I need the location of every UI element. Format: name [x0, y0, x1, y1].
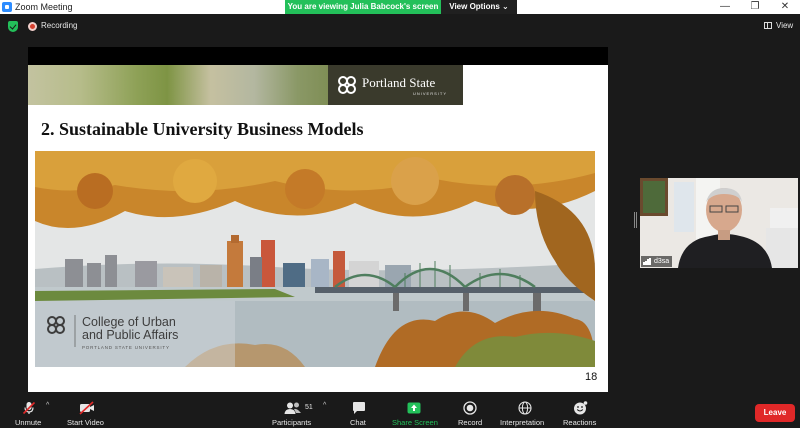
grid-view-icon — [764, 22, 772, 29]
psu-logo: Portland State UNIVERSITY — [328, 65, 463, 105]
college-subtitle: PORTLAND STATE UNIVERSITY — [82, 345, 170, 350]
portland-bridge-photo: College of Urban and Public Affairs PORT… — [35, 151, 595, 367]
minimize-button[interactable]: — — [710, 0, 740, 14]
chat-icon — [353, 402, 365, 414]
shield-icon[interactable] — [8, 21, 18, 32]
unmute-label: Unmute — [15, 418, 42, 427]
psu-logo-name: Portland State — [362, 75, 436, 90]
shared-slide: Portland State UNIVERSITY 2. Sustainable… — [28, 65, 608, 392]
participant-name-tag: d3sa — [641, 256, 673, 267]
video-panel-resize-handle[interactable] — [634, 212, 637, 228]
viewing-screen-notice: You are viewing Julia Babcock's screen — [285, 0, 441, 14]
participants-options-caret[interactable]: ^ — [323, 402, 326, 409]
slide-title: 2. Sustainable University Business Model… — [41, 119, 364, 139]
video-off-icon — [79, 401, 94, 415]
zoom-app-icon — [2, 2, 12, 12]
reactions-icon — [574, 401, 588, 415]
record-button[interactable]: Record — [454, 396, 486, 428]
view-label: View — [776, 21, 794, 30]
audio-options-caret[interactable]: ^ — [46, 402, 49, 409]
window-title: Zoom Meeting — [15, 2, 73, 12]
recording-icon — [28, 22, 37, 31]
share-screen-label: Share Screen — [392, 418, 438, 427]
record-label: Record — [458, 418, 483, 427]
share-screen-button[interactable]: Share Screen — [388, 396, 440, 428]
start-video-button[interactable]: Start Video — [64, 396, 114, 428]
participants-button[interactable]: 51 Participants — [270, 396, 320, 428]
chat-label: Chat — [350, 418, 366, 427]
college-name: College of Urban and Public Affairs — [82, 316, 178, 342]
leave-button[interactable]: Leave — [755, 404, 795, 422]
participants-count: 51 — [305, 404, 313, 411]
unmute-button[interactable]: Unmute — [8, 396, 42, 428]
psu-logo-sub: UNIVERSITY — [413, 91, 448, 96]
restore-button[interactable]: ❐ — [740, 0, 770, 14]
interpretation-label: Interpretation — [500, 418, 545, 427]
start-video-label: Start Video — [67, 418, 104, 427]
participant-video-tile[interactable]: d3sa — [640, 178, 798, 268]
share-screen-icon — [407, 402, 421, 414]
participant-video-frame — [640, 178, 798, 268]
meeting-top-bar: Recording View — [0, 14, 800, 38]
participant-name: d3sa — [654, 258, 670, 265]
psu-mark-icon — [338, 76, 356, 94]
slide-page-number: 18 — [585, 371, 598, 383]
interpretation-button[interactable]: Interpretation — [498, 396, 552, 428]
meeting-toolbar: Unmute ^ Start Video 51 Participants ^ C… — [0, 396, 800, 428]
reactions-label: Reactions — [563, 418, 597, 427]
participants-icon — [284, 402, 301, 414]
close-button[interactable]: ✕ — [770, 0, 800, 14]
college-name-line-2: and Public Affairs — [82, 328, 179, 342]
shared-screen-top-border — [28, 47, 608, 65]
globe-icon — [518, 401, 532, 415]
screen-share-banner: You are viewing Julia Babcock's screen V… — [285, 0, 517, 14]
signal-icon — [643, 258, 651, 265]
participants-label: Participants — [272, 418, 312, 427]
reactions-button[interactable]: Reactions — [562, 396, 600, 428]
record-icon — [463, 401, 477, 415]
muted-microphone-icon — [22, 401, 36, 415]
recording-label: Recording — [41, 21, 78, 30]
view-button[interactable]: View — [764, 20, 796, 32]
view-options-button[interactable]: View Options ⌄ — [441, 0, 517, 14]
chat-button[interactable]: Chat — [345, 396, 373, 428]
